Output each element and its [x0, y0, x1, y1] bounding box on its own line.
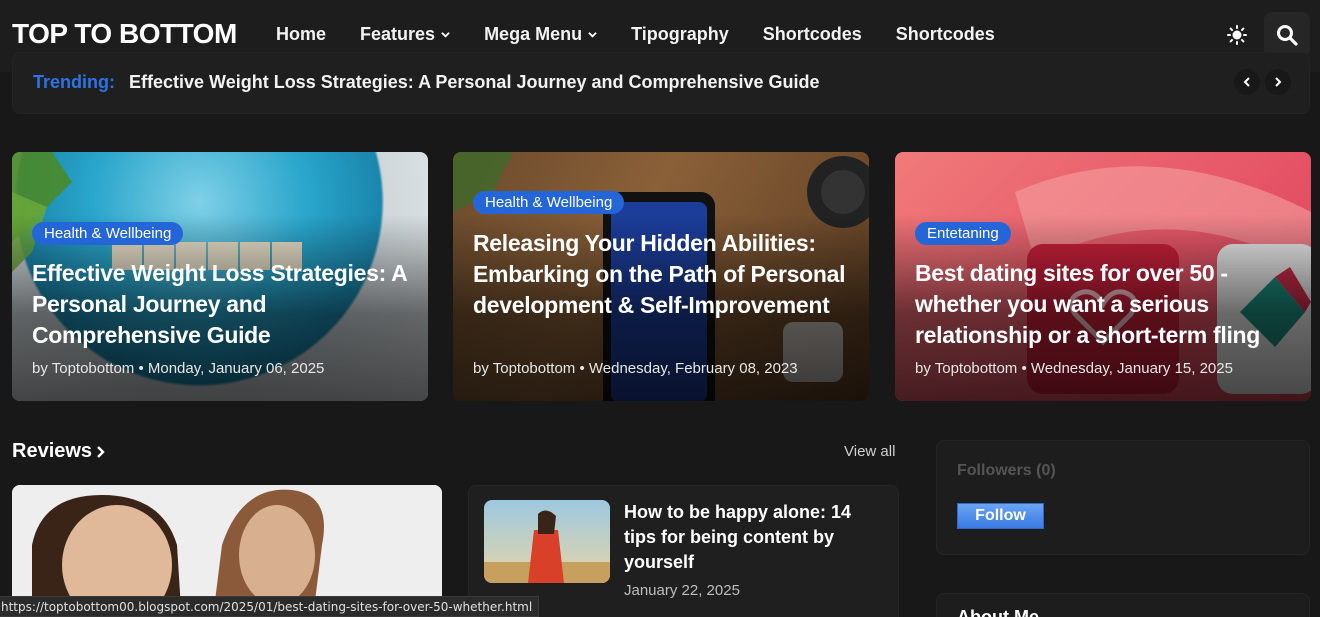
trending-ticker: Trending: Effective Weight Loss Strategi… — [12, 52, 1310, 114]
nav-item-label: Tipography — [631, 24, 729, 44]
nav-item-label: Shortcodes — [895, 24, 995, 44]
theme-toggle-button[interactable] — [1224, 22, 1250, 48]
followers-widget: Followers (0) Follow — [936, 440, 1310, 555]
chevron-down-icon — [441, 32, 450, 38]
nav-item-home[interactable]: Home — [276, 24, 326, 45]
nav-item-label: Shortcodes — [762, 24, 862, 44]
review-post-title[interactable]: How to be happy alone: 14 tips for being… — [624, 500, 884, 575]
nav-item-features[interactable]: Features — [360, 24, 450, 45]
nav-item-mega-menu[interactable]: Mega Menu — [484, 24, 597, 45]
link-status-bar: https://toptobottom00.blogspot.com/2025/… — [0, 596, 540, 617]
reviews-heading[interactable]: Reviews — [12, 440, 106, 463]
followers-title: Followers (0) — [957, 462, 1056, 479]
featured-title[interactable]: Releasing Your Hidden Abilities: Embarki… — [473, 228, 853, 321]
site-logo[interactable]: TOP TO BOTTOM — [12, 18, 237, 50]
search-icon — [1277, 25, 1298, 46]
featured-title[interactable]: Best dating sites for over 50 - whether … — [915, 258, 1295, 351]
section-title: Reviews — [12, 440, 93, 462]
category-badge[interactable]: Health & Wellbeing — [473, 191, 625, 214]
chevron-right-icon — [97, 445, 105, 458]
review-post-date: January 22, 2025 — [624, 582, 740, 599]
featured-card[interactable]: Entetaning Best dating sites for over 50… — [895, 152, 1311, 401]
review-thumbnail[interactable] — [484, 500, 610, 583]
about-me-widget: About Me — [936, 593, 1310, 617]
chevron-down-icon — [588, 32, 597, 38]
view-all-link[interactable]: View all — [844, 443, 895, 460]
featured-title[interactable]: Effective Weight Loss Strategies: A Pers… — [32, 258, 412, 351]
nav-item-label: Mega Menu — [484, 24, 583, 44]
post-meta: by Toptobottom • Wednesday, February 08,… — [473, 360, 798, 377]
nav-item-shortcodes-2[interactable]: Shortcodes — [896, 24, 995, 45]
trending-next-button[interactable] — [1265, 69, 1291, 95]
trending-link[interactable]: Effective Weight Loss Strategies: A Pers… — [129, 72, 820, 93]
trending-prev-button[interactable] — [1234, 69, 1260, 95]
featured-card[interactable]: Health & Wellbeing Effective Weight Loss… — [12, 152, 428, 401]
follow-button[interactable]: Follow — [957, 503, 1044, 529]
nav-item-tipography[interactable]: Tipography — [631, 24, 729, 45]
nav-item-label: Home — [276, 24, 327, 44]
post-meta: by Toptobottom • Wednesday, January 15, … — [915, 360, 1233, 377]
nav-item-label: Features — [360, 24, 436, 44]
chevron-left-icon — [1243, 77, 1250, 87]
trending-label: Trending: — [33, 72, 115, 92]
sun-icon — [1227, 25, 1247, 45]
post-meta: by Toptobottom • Monday, January 06, 202… — [32, 360, 325, 377]
category-badge[interactable]: Health & Wellbeing — [32, 222, 184, 245]
featured-card[interactable]: Health & Wellbeing Releasing Your Hidden… — [453, 152, 869, 401]
about-me-title: About Me — [957, 607, 1039, 617]
category-badge[interactable]: Entetaning — [915, 222, 1011, 245]
nav-item-shortcodes[interactable]: Shortcodes — [763, 24, 862, 45]
main-nav: Home Features Mega Menu Tipography Short… — [276, 24, 995, 45]
chevron-right-icon — [1275, 77, 1282, 87]
